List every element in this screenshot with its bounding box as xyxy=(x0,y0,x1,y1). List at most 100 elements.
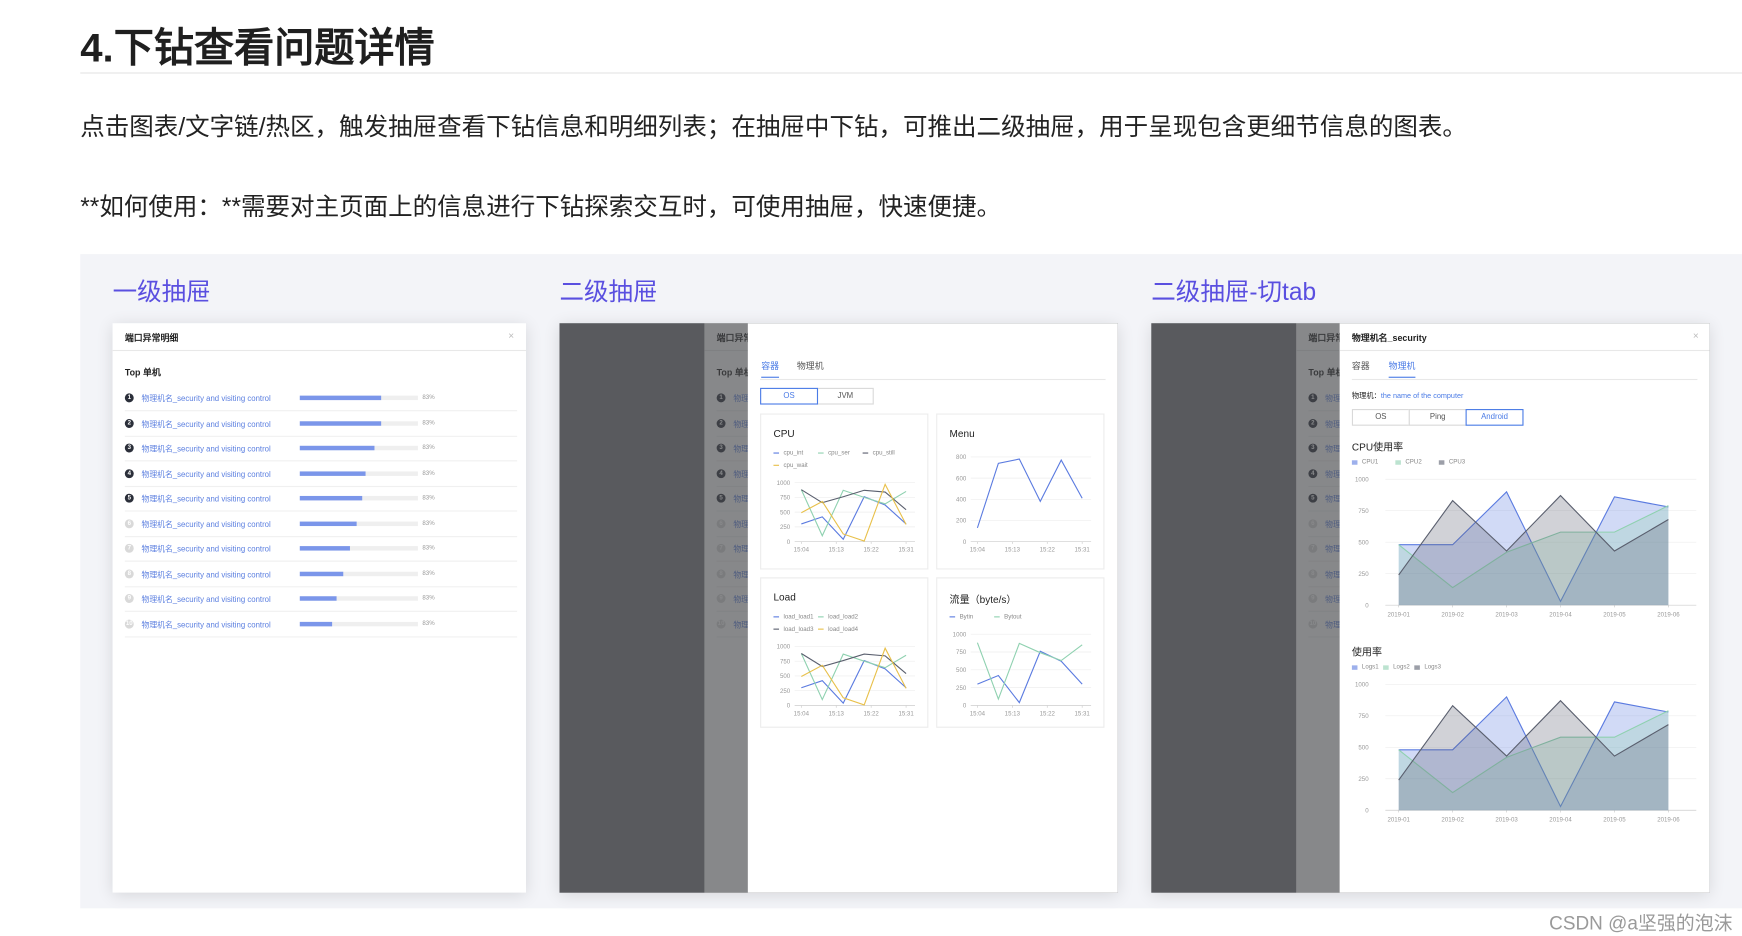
x-tick-label: 2019-04 xyxy=(1549,611,1572,618)
y-tick-label: 1000 xyxy=(777,480,791,487)
progress-fill xyxy=(299,621,332,626)
list-item: 6 物理机名_security and visiting control 83% xyxy=(124,512,518,537)
progress-fill xyxy=(299,596,337,601)
series-line-cpu_still[interactable] xyxy=(801,489,907,511)
list-item: 9 物理机名_security and visiting control 83% xyxy=(124,587,518,612)
y-tick-label: 750 xyxy=(780,658,791,665)
percent-value: 83% xyxy=(422,519,435,527)
series-line-Bytin[interactable] xyxy=(977,650,1083,704)
rank-badge: 9 xyxy=(124,594,134,603)
x-tick-label: 15:31 xyxy=(898,547,914,554)
percent-value: 83% xyxy=(422,469,435,477)
machine-link[interactable]: 物理机名_security and visiting control xyxy=(142,469,271,480)
y-tick-label: 0 xyxy=(787,539,791,546)
level1-drawer-example: 端口异常明细 × Top 单机 1 物理机名_security and visiting… xyxy=(112,323,527,893)
series-line-load_load4[interactable] xyxy=(801,646,907,706)
list-item: 1 物理机名_security and visiting control 83% xyxy=(124,387,518,412)
y-tick-label: 0 xyxy=(963,703,967,710)
drawer-header: 端口异常明细 × xyxy=(112,323,527,352)
progress-bar xyxy=(299,445,418,451)
y-tick-label: 800 xyxy=(956,454,967,461)
x-tick-label: 15:13 xyxy=(1005,711,1021,718)
segment-android[interactable]: Android xyxy=(1465,409,1524,426)
machine-link[interactable]: 物理机名_security and visiting control xyxy=(142,619,271,630)
rank-badge: 4 xyxy=(124,468,134,478)
x-tick-label: 15:04 xyxy=(970,547,986,554)
rank-badge: 7 xyxy=(124,543,134,553)
tab-divider xyxy=(1351,378,1698,381)
y-tick-label: 500 xyxy=(1358,745,1369,752)
segment-jvm[interactable]: JVM xyxy=(816,387,874,405)
segment-os[interactable]: OS xyxy=(1351,409,1410,426)
machine-link[interactable]: 物理机名_security and visiting control xyxy=(142,594,271,605)
line-chart: 0 250 500 750 1000 15:04 15:13 15:22 15:31 xyxy=(777,644,916,718)
close-icon[interactable]: × xyxy=(1693,330,1699,341)
progress-bar xyxy=(299,495,418,501)
progress-bar xyxy=(299,521,418,526)
machine-link[interactable]: 物理机名_security and visiting control xyxy=(142,418,271,429)
x-tick-label: 2019-06 xyxy=(1657,816,1680,823)
section-title-level1: 一级抽屉 xyxy=(112,277,211,306)
y-tick-label: 400 xyxy=(956,497,967,504)
page-title: 4.下钻查看问题详情 xyxy=(80,24,435,71)
machine-link[interactable]: 物理机名_security and visiting control xyxy=(142,393,271,404)
x-tick-label: 15:13 xyxy=(829,547,845,554)
chart-title: 使用率 xyxy=(1351,646,1382,658)
rank-badge: 1 xyxy=(124,393,134,403)
area-chart: 0 250 500 750 1000 2019-01 2019-02 2019-03 2019-… xyxy=(1355,682,1697,823)
series-line-load_load3[interactable] xyxy=(801,653,907,675)
y-tick-label: 0 xyxy=(1365,602,1369,609)
progress-bar xyxy=(299,621,418,626)
section-heading: Top 单机 xyxy=(124,367,161,378)
y-tick-label: 0 xyxy=(1365,807,1369,814)
y-tick-label: 250 xyxy=(780,524,791,531)
segment-os[interactable]: OS xyxy=(760,387,819,405)
y-tick-label: 250 xyxy=(1358,776,1369,783)
y-tick-label: 250 xyxy=(956,685,967,692)
series-line-cpu_wait[interactable] xyxy=(801,482,907,542)
machine-label: 物理机： xyxy=(1351,392,1381,401)
level2-drawer: 容器 物理机 OS JVM CPU cpu_int cpu_ser cpu_still… xyxy=(747,323,1118,893)
machine-link[interactable]: 物理机名_security and visiting control xyxy=(142,519,271,530)
tab-container[interactable]: 容器 xyxy=(1352,360,1370,377)
list-item: 7 物理机名_security and visiting control 83% xyxy=(124,537,518,562)
level1-drawer: 端口异常明细 × Top 单机 1 物理机名_security and visiting… xyxy=(112,323,527,893)
usage-chart: Logs1 Logs2 Logs3 0 250 500 750 1000 2019-01 2019… xyxy=(1340,663,1710,830)
x-tick-label: 15:13 xyxy=(829,711,845,718)
area-chart: 0 250 500 750 1000 2019-01 2019-02 2019-03 2019-… xyxy=(1355,476,1697,618)
x-tick-label: 15:04 xyxy=(794,711,810,718)
machine-link[interactable]: 物理机名_security and visiting control xyxy=(142,444,271,455)
progress-fill xyxy=(299,546,350,551)
machine-link[interactable]: 物理机名_security and visiting control xyxy=(142,544,271,555)
y-tick-label: 750 xyxy=(956,649,967,656)
percent-value: 83% xyxy=(422,620,435,627)
load-chart-card: Load load_load1 load_load2 load_load3 load_l… xyxy=(760,577,929,728)
segment-ping[interactable]: Ping xyxy=(1408,409,1467,426)
machine-link[interactable]: 物理机名_security and visiting control xyxy=(142,494,271,505)
progress-bar xyxy=(299,596,418,601)
level2-drawer: 物理机名_security × 容器 物理机 物理机：the name of t… xyxy=(1339,323,1710,893)
x-tick-label: 15:04 xyxy=(970,711,986,718)
x-tick-label: 2019-03 xyxy=(1495,816,1518,823)
machine-link[interactable]: 物理机名_security and visiting control xyxy=(142,569,271,580)
x-tick-label: 15:22 xyxy=(864,711,880,718)
series-line-menu[interactable] xyxy=(976,458,1083,529)
series-line-Bytout[interactable] xyxy=(976,642,1083,701)
line-chart: 0 200 400 600 800 15:04 15:13 15:22 15:31 xyxy=(956,454,1092,554)
close-icon[interactable]: × xyxy=(508,330,514,341)
tab-physical-machine[interactable]: 物理机 xyxy=(797,360,824,377)
tab-container[interactable]: 容器 xyxy=(761,360,780,378)
series-line-cpu_int[interactable] xyxy=(801,496,907,541)
divider xyxy=(80,72,1742,74)
series-line-load_load1[interactable] xyxy=(801,659,907,705)
machine-name-link[interactable]: the name of the computer xyxy=(1381,392,1464,400)
x-tick-label: 2019-02 xyxy=(1441,816,1464,823)
progress-fill xyxy=(299,395,382,401)
watermark: CSDN @a坚强的泡沫 xyxy=(1549,912,1733,934)
percent-value: 83% xyxy=(422,595,435,602)
usage-paragraph: **如何使用：**需要对主页面上的信息进行下钻探索交互时，可使用抽屉，快速便捷。 xyxy=(80,192,1002,221)
tab-physical-machine[interactable]: 物理机 xyxy=(1388,360,1416,378)
progress-bar xyxy=(299,395,418,401)
list-item: 3 物理机名_security and visiting control 83% xyxy=(124,437,518,462)
page: 4.下钻查看问题详情 点击图表/文字链/热区，触发抽屉查看下钻信息和明细列表；在… xyxy=(0,0,1742,936)
